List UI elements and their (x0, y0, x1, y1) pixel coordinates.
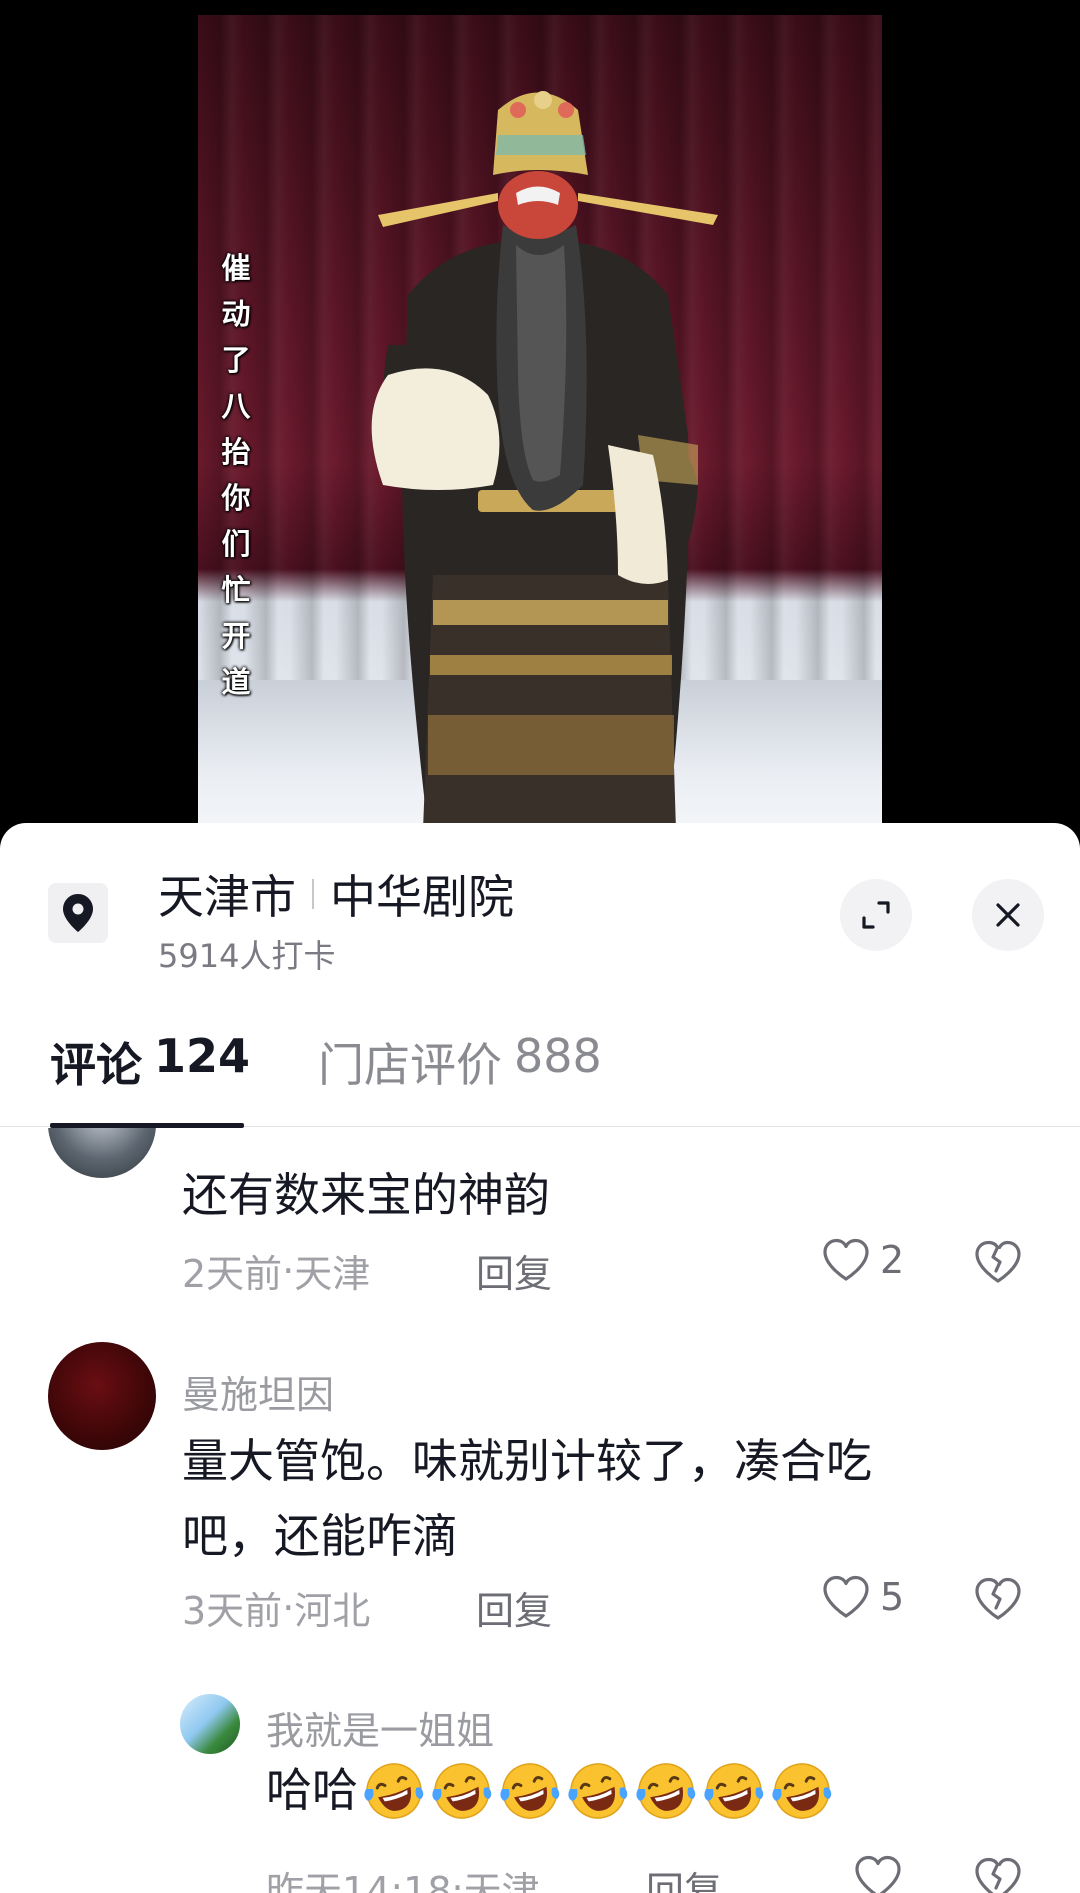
laughing-crying-emoji-icon (636, 1762, 696, 1819)
subtitle-char: 道 (221, 665, 251, 699)
tab-comments-count: 124 (154, 1029, 251, 1083)
laughing-crying-emoji-icon (704, 1762, 764, 1819)
laughing-crying-emoji-icon (568, 1762, 628, 1819)
meta-separator: · (451, 1865, 464, 1893)
video-frame: 催动了八抬你们忙开道 (198, 15, 882, 830)
laughing-crying-emoji-icon (432, 1762, 492, 1819)
subtitle-char: 抬 (221, 435, 251, 469)
comment-meta: 3天前 · 河北 (182, 1580, 370, 1635)
comment-time: 昨天14:18 (266, 1869, 452, 1893)
place-venue: 中华剧院 (330, 870, 514, 924)
reply-meta: 昨天14:18 · 天津 (266, 1860, 540, 1893)
like-button[interactable] (854, 1855, 902, 1893)
video-subtitle: 催动了八抬你们忙开道 (214, 245, 258, 705)
expand-icon (862, 901, 890, 929)
reply-text-content: 哈哈 (266, 1763, 358, 1817)
tab-comments-label: 评论 (50, 1038, 142, 1092)
comment-time: 2天前 (182, 1252, 283, 1296)
place-city: 天津市 (158, 870, 296, 924)
comment-location: 天津 (294, 1252, 371, 1296)
comment-list[interactable]: 还有数来宝的神韵 2天前 · 天津 回复 2 曼施坦因 量大管饱。味就别计较了，… (0, 1128, 1080, 1893)
subtitle-char: 开 (221, 619, 251, 653)
comment-time: 3天前 (182, 1589, 283, 1633)
dislike-button[interactable] (974, 1240, 1022, 1288)
broken-heart-icon (975, 1240, 1021, 1283)
meta-separator: · (282, 1585, 295, 1630)
comment-location: 天津 (463, 1869, 540, 1893)
opera-performer-image (371, 91, 718, 830)
like-count: 5 (880, 1575, 905, 1619)
like-button[interactable]: 5 (822, 1575, 904, 1619)
subtitle-char: 了 (221, 343, 251, 377)
heart-icon (855, 1855, 901, 1893)
title-divider (312, 879, 314, 909)
reply-button[interactable]: 回复 (476, 1243, 552, 1298)
subtitle-char: 催 (221, 251, 251, 285)
subtitle-char: 们 (221, 527, 251, 561)
video-player[interactable]: 催动了八抬你们忙开道 (0, 0, 1080, 830)
checkin-count: 5914人打卡 (158, 937, 336, 975)
heart-icon (823, 1238, 869, 1281)
place-header[interactable]: 天津市 中华剧院 5914人打卡 (0, 823, 1080, 993)
heart-icon (823, 1575, 869, 1618)
tab-store-reviews[interactable]: 门店评价 888 (318, 1029, 602, 1095)
broken-heart-icon (975, 1857, 1021, 1893)
meta-separator: · (282, 1248, 295, 1293)
subtitle-char: 你 (221, 481, 251, 515)
reply-text: 哈哈 (266, 1753, 834, 1828)
comment-text: 量大管饱。味就别计较了，凑合吃 (182, 1434, 872, 1488)
avatar[interactable] (180, 1694, 240, 1754)
emoji-row (358, 1759, 834, 1823)
comment-text: 还有数来宝的神韵 (182, 1168, 550, 1222)
laughing-crying-emoji-icon (500, 1762, 560, 1819)
tab-reviews-count: 888 (514, 1029, 602, 1083)
dislike-button[interactable] (974, 1577, 1022, 1625)
subtitle-char: 动 (221, 297, 251, 331)
tab-reviews-label: 门店评价 (318, 1038, 502, 1092)
tab-comments[interactable]: 评论 124 (50, 1029, 250, 1095)
subtitle-char: 忙 (221, 573, 251, 607)
broken-heart-icon (975, 1577, 1021, 1620)
like-count: 2 (880, 1238, 905, 1282)
avatar[interactable] (48, 1128, 156, 1178)
avatar[interactable] (48, 1342, 156, 1450)
comment-location: 河北 (294, 1589, 371, 1633)
location-pin-icon (48, 883, 108, 943)
comment-username[interactable]: 曼施坦因 (182, 1364, 334, 1419)
reply-button[interactable]: 回复 (476, 1580, 552, 1635)
expand-button[interactable] (840, 879, 912, 951)
laughing-crying-emoji-icon (364, 1762, 424, 1819)
place-title: 天津市 中华剧院 (158, 861, 514, 927)
tab-bar: 评论 124 门店评价 888 (0, 993, 1080, 1128)
close-button[interactable] (972, 879, 1044, 951)
reply-username[interactable]: 我就是一姐姐 (266, 1700, 494, 1755)
comment-text-line2: 吧，还能咋滴 (182, 1509, 458, 1563)
laughing-crying-emoji-icon (772, 1762, 832, 1819)
close-icon (996, 903, 1020, 927)
subtitle-char: 八 (221, 389, 251, 423)
dislike-button[interactable] (974, 1857, 1022, 1893)
location-sheet: 天津市 中华剧院 5914人打卡 评论 124 门店评价 888 还有数来宝的神… (0, 823, 1080, 1893)
comment-meta: 2天前 · 天津 (182, 1243, 370, 1298)
reply-button[interactable]: 回复 (646, 1860, 722, 1893)
like-button[interactable]: 2 (822, 1238, 904, 1282)
